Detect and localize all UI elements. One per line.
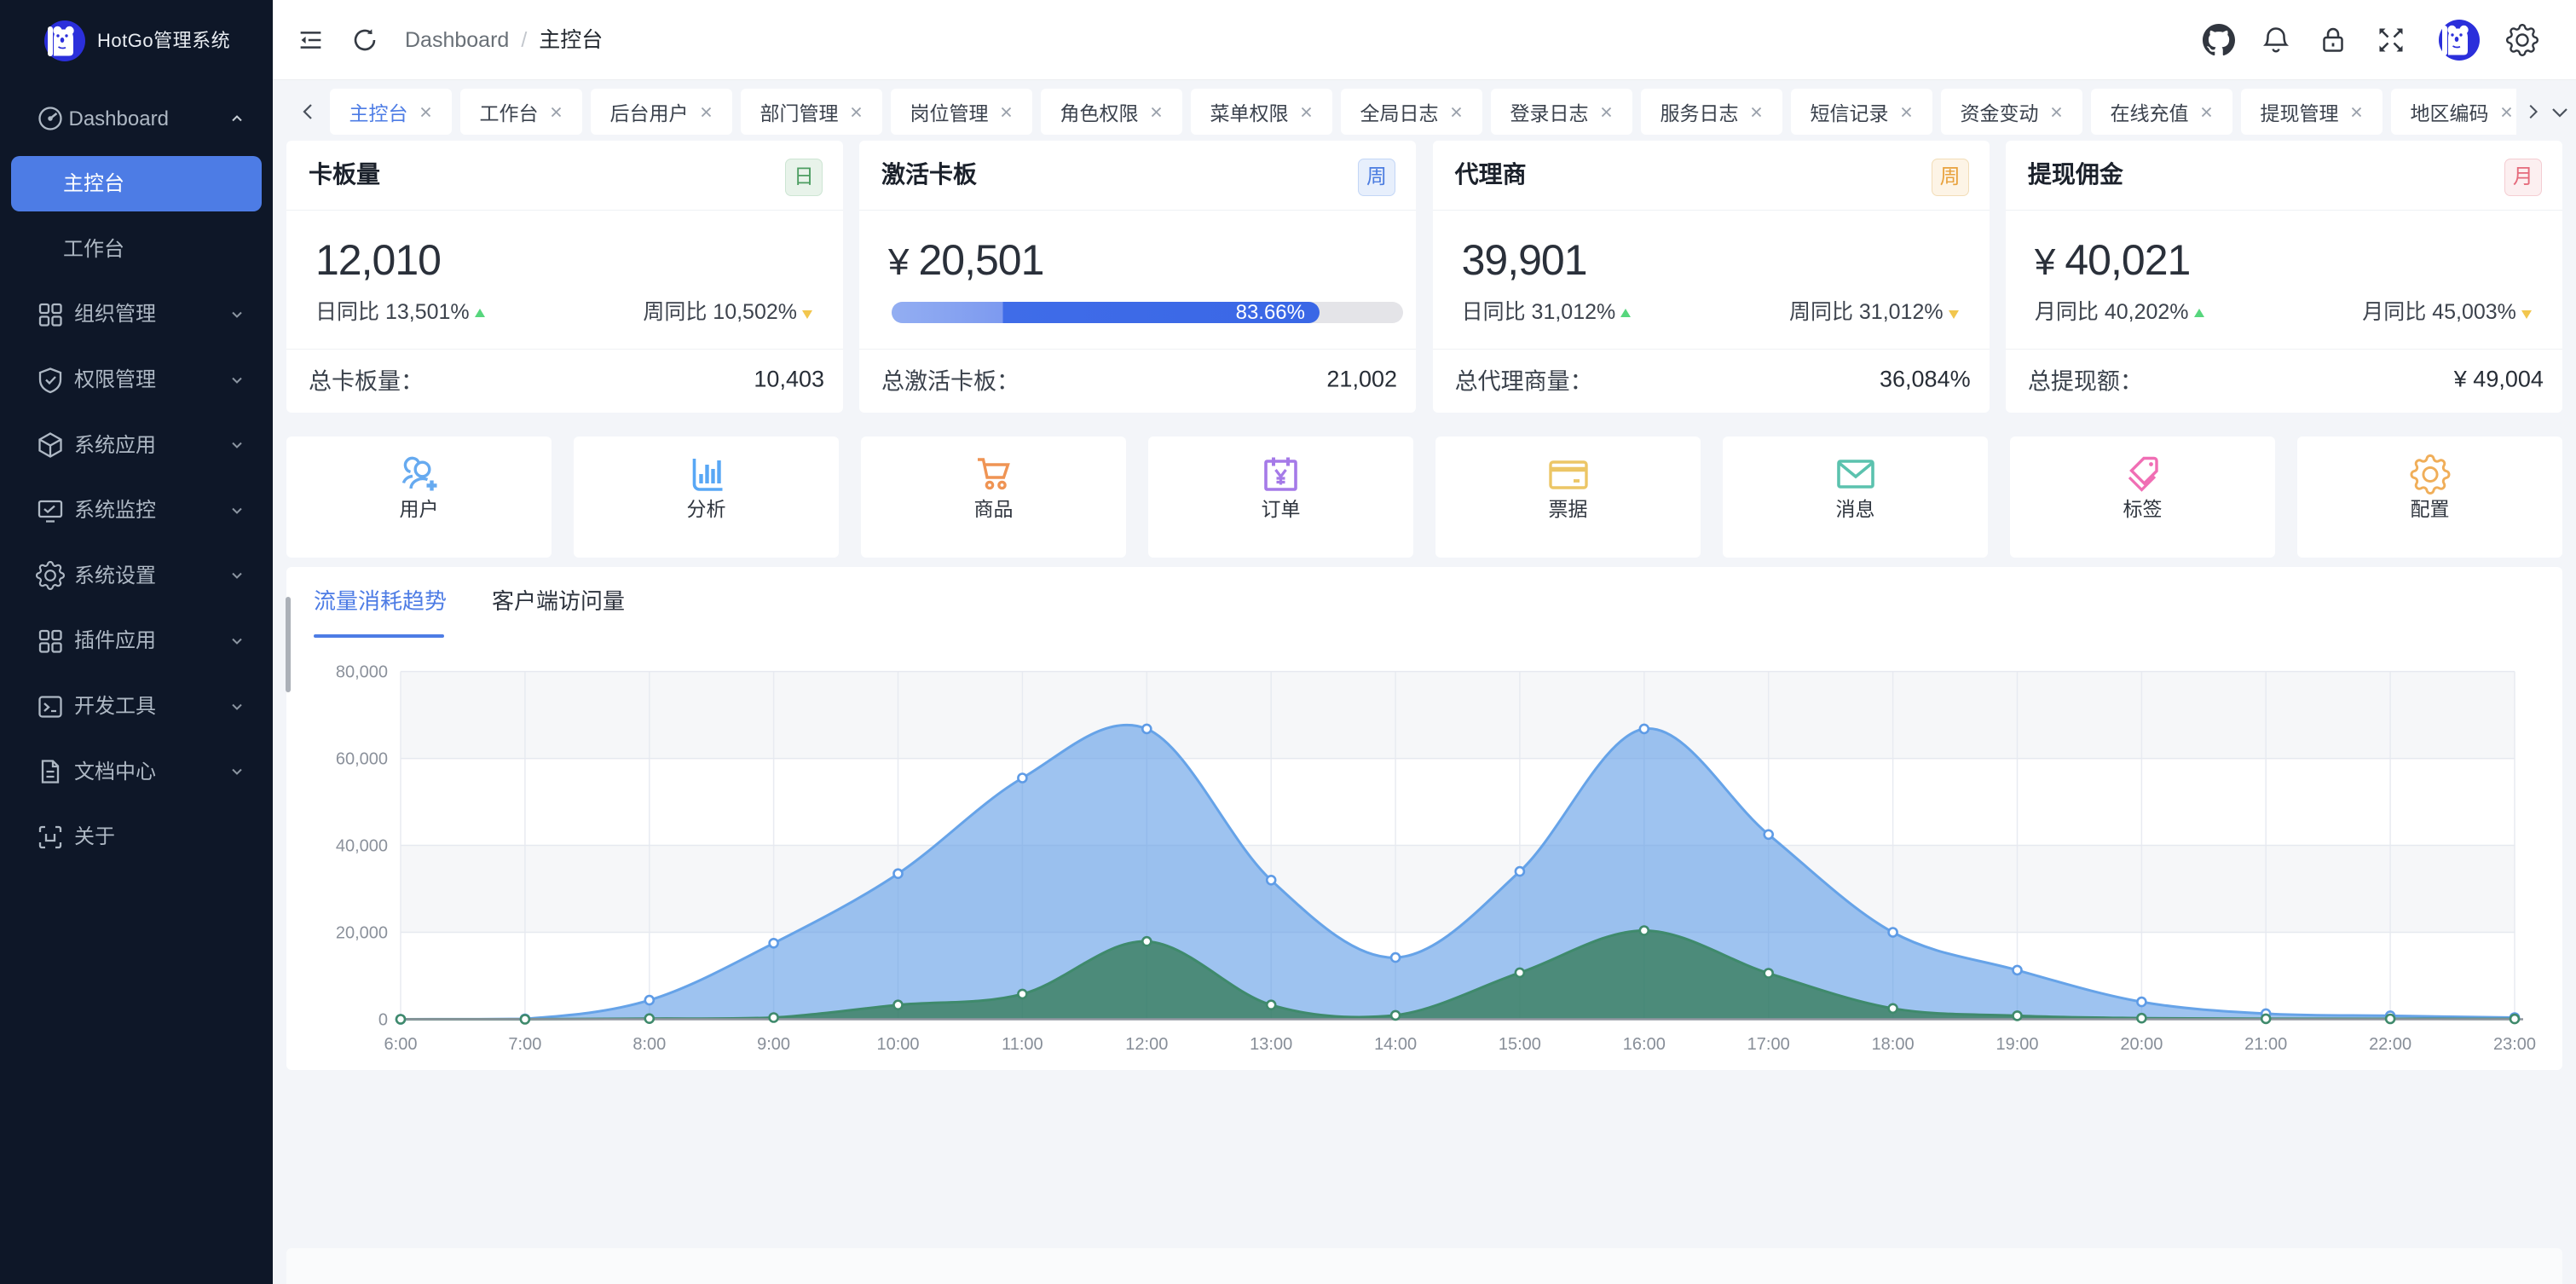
svg-text:12:00: 12:00 — [1125, 1035, 1168, 1054]
svg-text:0: 0 — [378, 1011, 388, 1030]
svg-text:80,000: 80,000 — [336, 663, 388, 682]
svg-text:22:00: 22:00 — [2369, 1035, 2411, 1054]
svg-text:6:00: 6:00 — [384, 1035, 418, 1054]
svg-text:20,000: 20,000 — [336, 924, 388, 943]
svg-text:23:00: 23:00 — [2493, 1035, 2536, 1054]
svg-text:13:00: 13:00 — [1250, 1035, 1292, 1054]
svg-text:17:00: 17:00 — [1747, 1035, 1790, 1054]
svg-text:8:00: 8:00 — [632, 1035, 666, 1054]
svg-text:15:00: 15:00 — [1499, 1035, 1541, 1054]
svg-text:9:00: 9:00 — [757, 1035, 790, 1054]
svg-text:11:00: 11:00 — [1002, 1035, 1043, 1054]
svg-text:21:00: 21:00 — [2244, 1035, 2287, 1054]
svg-text:16:00: 16:00 — [1623, 1035, 1666, 1054]
svg-text:60,000: 60,000 — [336, 750, 388, 769]
svg-text:7:00: 7:00 — [508, 1035, 541, 1054]
svg-text:19:00: 19:00 — [1996, 1035, 2038, 1054]
svg-text:14:00: 14:00 — [1374, 1035, 1417, 1054]
svg-text:18:00: 18:00 — [1872, 1035, 1915, 1054]
svg-text:10:00: 10:00 — [876, 1035, 919, 1054]
svg-text:20:00: 20:00 — [2120, 1035, 2163, 1054]
svg-text:40,000: 40,000 — [336, 837, 388, 856]
